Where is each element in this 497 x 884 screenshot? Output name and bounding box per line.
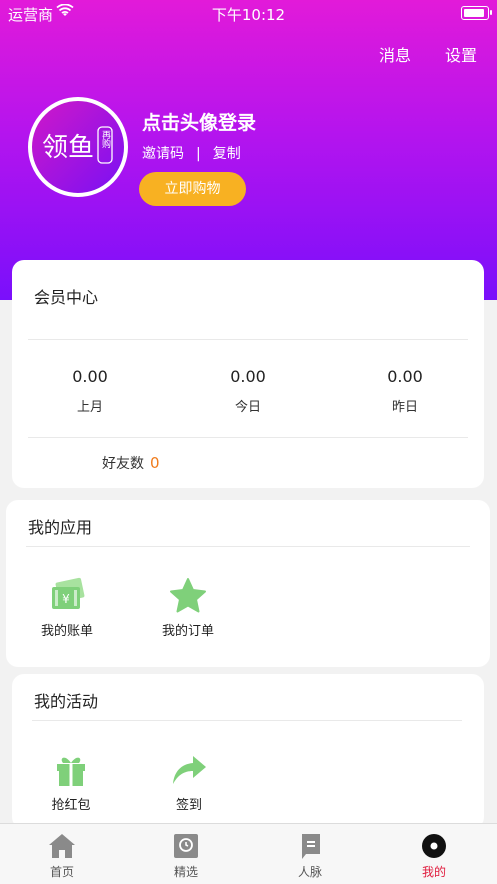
invite-separator: | bbox=[196, 146, 201, 162]
my-apps-card: 我的应用 ¥ 我的账单 我的订单 bbox=[6, 500, 490, 667]
my-orders-button[interactable]: 我的订单 bbox=[143, 576, 233, 639]
divider bbox=[32, 720, 462, 721]
messages-link[interactable]: 消息 bbox=[379, 42, 411, 66]
tab-label: 人脉 bbox=[297, 865, 322, 879]
my-bill-button[interactable]: ¥ 我的账单 bbox=[22, 576, 112, 639]
app-label: 我的账单 bbox=[40, 624, 93, 639]
svg-text:¥: ¥ bbox=[62, 592, 70, 606]
contacts-icon bbox=[296, 832, 324, 860]
tab-label: 精选 bbox=[173, 865, 198, 879]
friends-count-row[interactable]: 好友数 0 bbox=[102, 453, 160, 473]
tab-contacts[interactable]: 人脉 bbox=[265, 832, 355, 880]
logo-text: 领鱼 bbox=[42, 133, 94, 163]
bill-icon: ¥ bbox=[47, 576, 87, 616]
tab-home[interactable]: 首页 bbox=[17, 832, 107, 880]
featured-icon bbox=[172, 832, 200, 860]
stat-label: 今日 bbox=[234, 400, 261, 415]
stat-today[interactable]: 0.00 今日 bbox=[188, 367, 308, 415]
my-activities-card: 我的活动 抢红包 签到 bbox=[12, 674, 484, 829]
divider bbox=[28, 437, 468, 438]
shop-now-button[interactable]: 立即购物 bbox=[139, 172, 246, 206]
tab-bar: 首页 精选 人脉 我的 bbox=[0, 823, 497, 884]
profile-header: 运营商 下午10:12 消息 设置 领鱼 再购 点击头像登录 邀请码 | 复制 立即… bbox=[0, 0, 497, 300]
activity-label: 抢红包 bbox=[51, 798, 91, 813]
tab-label: 我的 bbox=[421, 865, 446, 879]
stat-value: 0.00 bbox=[72, 367, 108, 386]
grab-red-packet-button[interactable]: 抢红包 bbox=[26, 750, 116, 813]
member-center-title: 会员中心 bbox=[34, 288, 99, 307]
logo-badge: 再购 bbox=[100, 130, 111, 149]
tab-featured[interactable]: 精选 bbox=[141, 832, 231, 880]
stat-label: 上月 bbox=[76, 400, 103, 415]
member-center-card: 会员中心 0.00 上月 0.00 今日 0.00 昨日 好友数 0 bbox=[12, 260, 484, 488]
settings-link[interactable]: 设置 bbox=[445, 42, 477, 66]
clock: 下午10:12 bbox=[211, 6, 286, 24]
status-bar: 运营商 下午10:12 bbox=[0, 0, 497, 26]
share-arrow-icon bbox=[169, 750, 209, 790]
star-icon bbox=[168, 576, 208, 616]
battery-fill bbox=[464, 9, 484, 17]
stat-label: 昨日 bbox=[391, 400, 418, 415]
stat-yesterday[interactable]: 0.00 昨日 bbox=[345, 367, 465, 415]
gift-icon bbox=[51, 750, 91, 790]
battery-icon bbox=[461, 6, 492, 20]
activity-label: 签到 bbox=[175, 798, 202, 813]
stat-value: 0.00 bbox=[230, 367, 266, 386]
friends-count: 0 bbox=[150, 454, 160, 472]
logo-icon: 领鱼 再购 bbox=[42, 126, 113, 164]
invite-code-label: 邀请码 bbox=[142, 146, 184, 162]
stat-last-month[interactable]: 0.00 上月 bbox=[30, 367, 150, 415]
login-title[interactable]: 点击头像登录 bbox=[142, 108, 256, 135]
my-apps-title: 我的应用 bbox=[28, 518, 93, 537]
copy-button[interactable]: 复制 bbox=[213, 146, 241, 162]
profile-icon bbox=[420, 832, 448, 860]
divider bbox=[28, 339, 468, 340]
invite-row: 邀请码 | 复制 bbox=[142, 143, 241, 163]
my-activities-title: 我的活动 bbox=[34, 692, 99, 711]
avatar[interactable]: 领鱼 再购 bbox=[28, 97, 128, 197]
tab-profile[interactable]: 我的 bbox=[389, 832, 479, 880]
friends-label: 好友数 bbox=[102, 456, 144, 472]
check-in-button[interactable]: 签到 bbox=[144, 750, 234, 813]
home-icon bbox=[48, 832, 76, 860]
divider bbox=[26, 546, 470, 547]
stat-value: 0.00 bbox=[387, 367, 423, 386]
app-label: 我的订单 bbox=[161, 624, 214, 639]
tab-label: 首页 bbox=[49, 865, 74, 879]
